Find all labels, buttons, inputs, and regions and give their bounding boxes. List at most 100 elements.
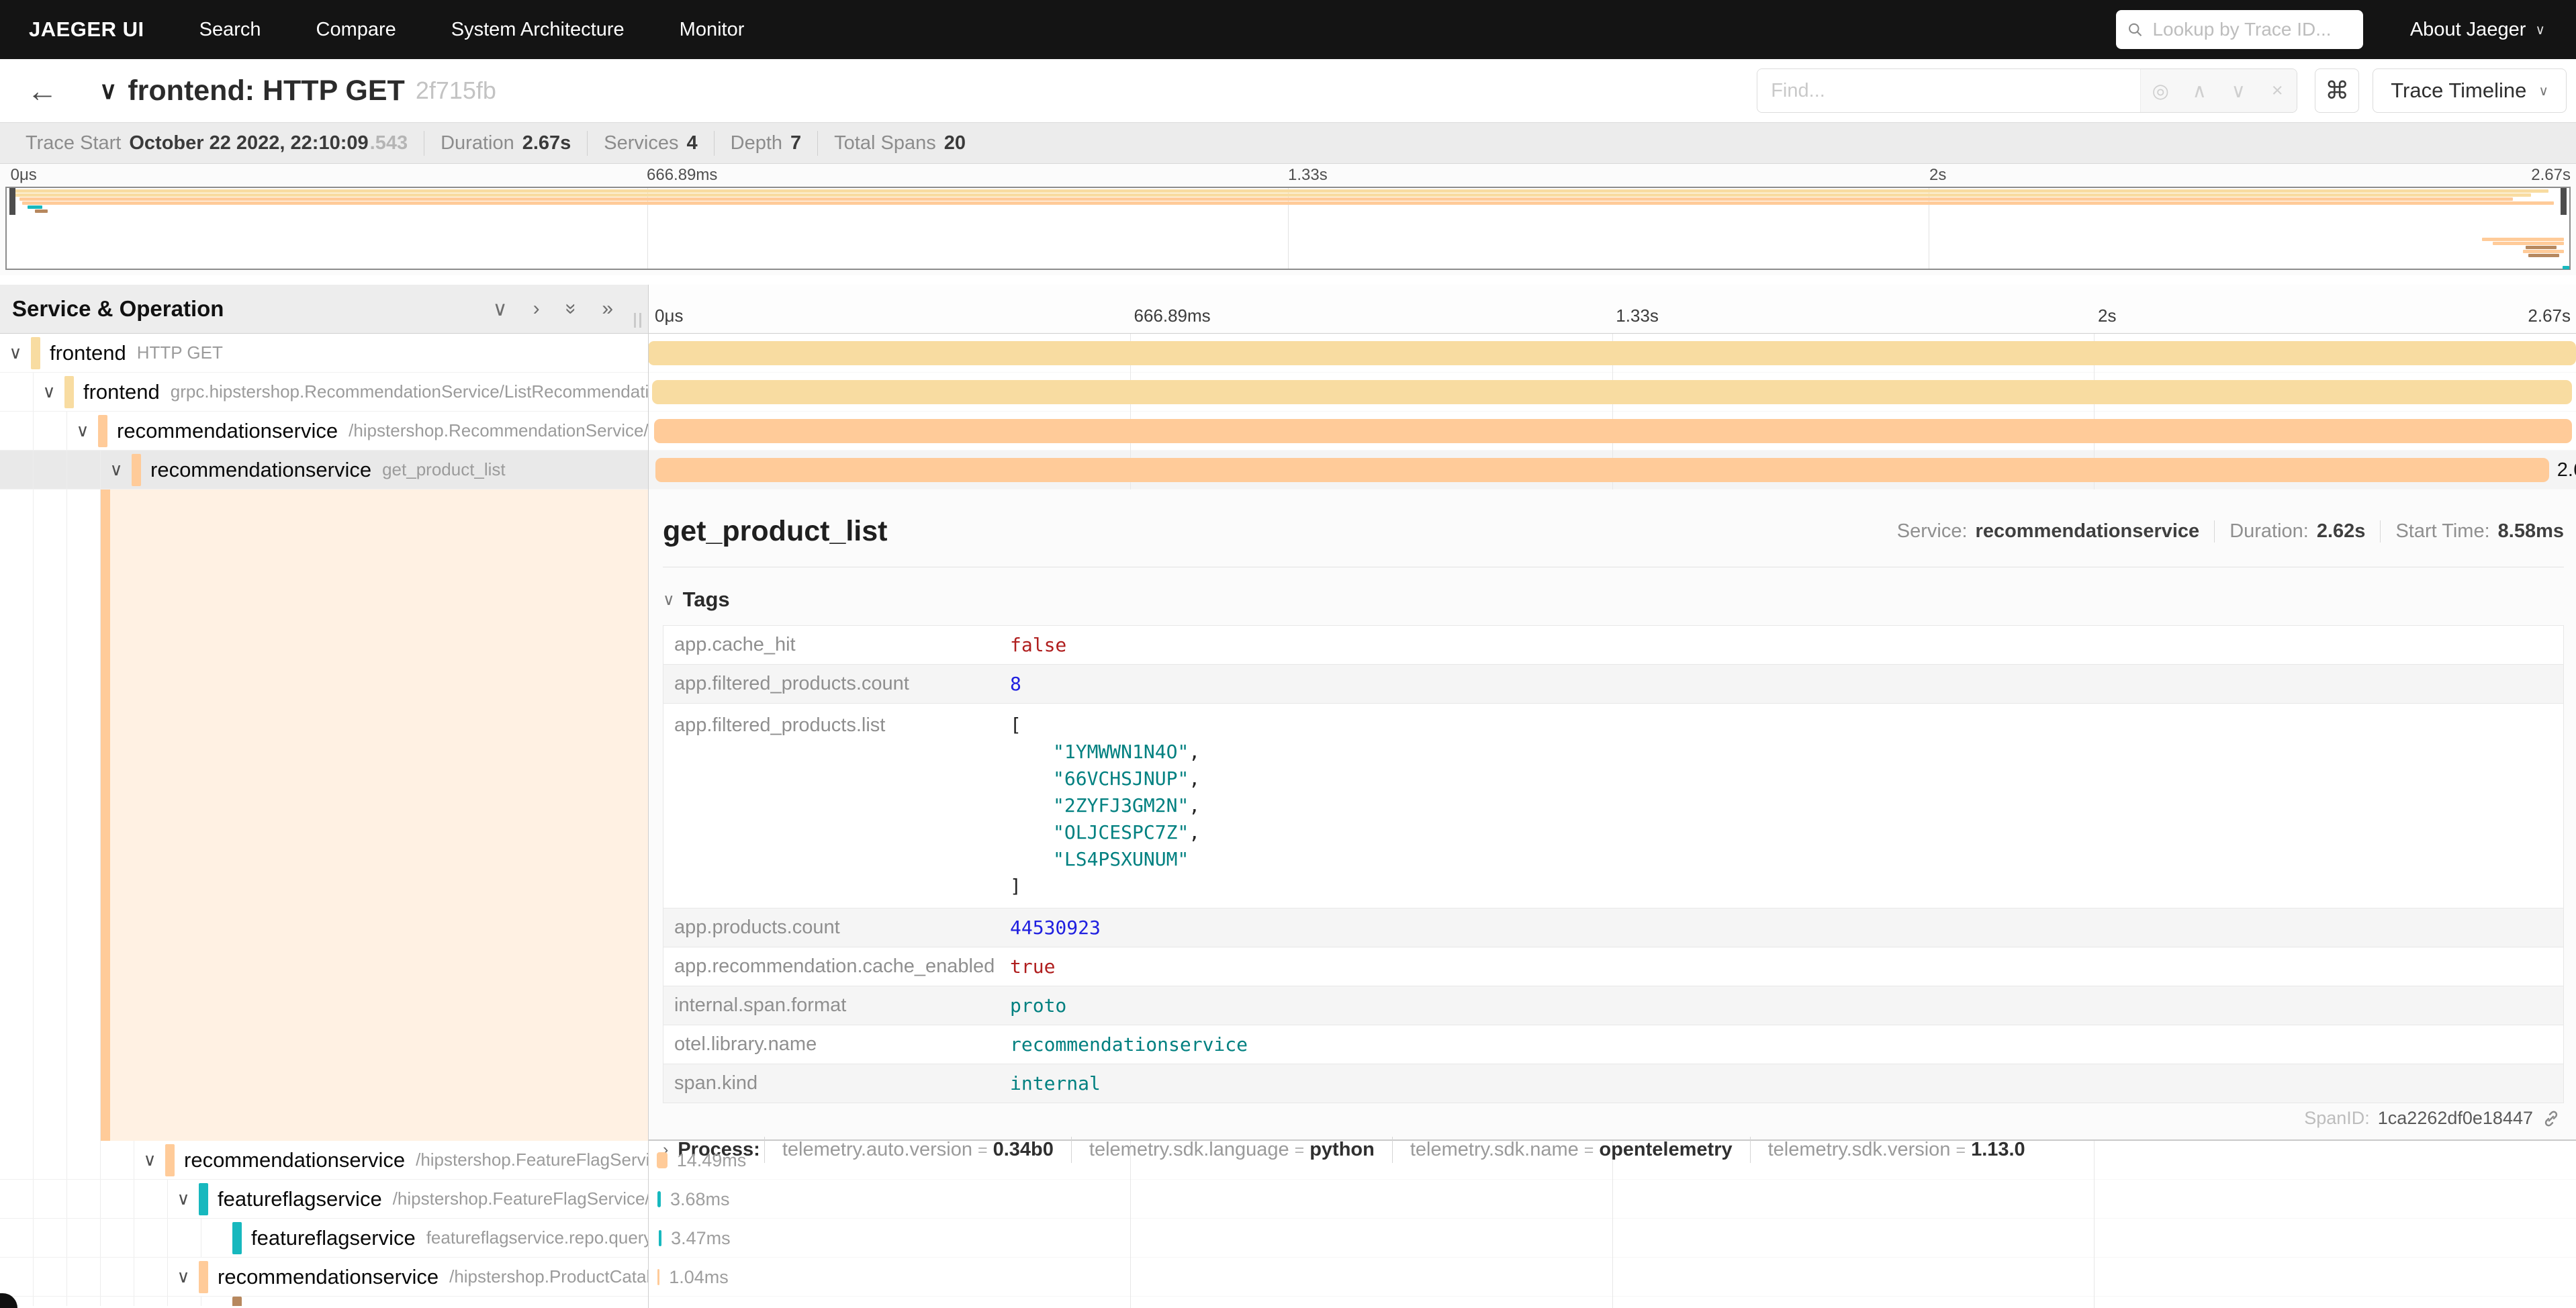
toolbar-right: ◎ ∧ ∨ × ⌘ Trace Timeline ∨ xyxy=(1757,68,2567,113)
timeline-ruler: 0μs 666.89ms 1.33s 2s 2.67s xyxy=(648,285,2576,334)
span-detail-header: get_product_list Service: recommendation… xyxy=(663,515,2564,548)
nav-item-system-architecture[interactable]: System Architecture xyxy=(451,19,625,41)
span-duration-bar[interactable] xyxy=(657,1152,668,1168)
process-section-toggle[interactable]: › Process: telemetry.auto.version=0.34b0… xyxy=(663,1137,2564,1163)
service-color-bar xyxy=(31,337,40,369)
span-row[interactable]: featureflagservice featureflagservice.re… xyxy=(0,1219,2576,1258)
span-duration-bar[interactable] xyxy=(657,1269,659,1285)
trace-view-select[interactable]: Trace Timeline ∨ xyxy=(2373,68,2567,113)
span-expand-chevron[interactable]: ∨ xyxy=(134,1150,165,1170)
meta-duration: Duration 2.67s xyxy=(424,131,587,156)
tags-section-toggle[interactable]: ∨ Tags xyxy=(663,588,2564,612)
ruler-tick: 2.67s xyxy=(2528,306,2571,326)
brand-logo[interactable]: JAEGER UI xyxy=(29,17,144,42)
span-detail-meta: Service: recommendationservice Duration:… xyxy=(1882,520,2564,543)
span-expand-chevron[interactable]: ∨ xyxy=(67,420,98,441)
span-name-cell: ∨ frontend grpc.hipstershop.Recommendati… xyxy=(0,373,648,412)
span-row-partial[interactable] xyxy=(0,1297,2576,1306)
ruler-tick: 666.89ms xyxy=(647,166,717,185)
keyboard-shortcuts-button[interactable]: ⌘ xyxy=(2315,68,2359,113)
service-color-bar xyxy=(199,1261,208,1293)
back-arrow-icon[interactable]: ← xyxy=(27,73,58,109)
focus-target-icon[interactable]: ◎ xyxy=(2141,79,2180,103)
span-service-name: recommendationservice xyxy=(218,1265,439,1289)
span-timeline-cell[interactable] xyxy=(648,1297,2576,1306)
collapse-deep-icon[interactable]: » xyxy=(559,303,582,315)
span-duration-label: 14.49ms xyxy=(677,1150,747,1171)
span-duration-bar[interactable] xyxy=(654,419,2573,443)
span-operation-name: HTTP GET xyxy=(137,342,223,363)
span-row[interactable]: ∨ frontend grpc.hipstershop.Recommendati… xyxy=(0,373,2576,412)
expand-one-icon[interactable]: › xyxy=(533,297,540,320)
span-detail-title: get_product_list xyxy=(663,515,888,548)
span-timeline-cell[interactable]: 3.68ms xyxy=(648,1180,2576,1219)
ruler-tick: 1.33s xyxy=(1288,166,1328,185)
expand-all-icon[interactable]: » xyxy=(602,297,613,320)
span-timeline-cell[interactable]: 2.62s xyxy=(648,451,2576,489)
span-row[interactable]: ∨ recommendationservice /hipstershop.Pro… xyxy=(0,1258,2576,1297)
link-icon[interactable] xyxy=(2541,1109,2561,1129)
span-service-name: featureflagservice xyxy=(251,1226,416,1250)
about-jaeger-menu[interactable]: About Jaeger ∨ xyxy=(2410,19,2545,41)
trace-lookup-input[interactable] xyxy=(2151,18,2352,41)
span-expand-chevron[interactable]: ∨ xyxy=(168,1188,199,1209)
minimap-left-scrubber[interactable] xyxy=(9,188,15,215)
trace-minimap[interactable] xyxy=(5,187,2571,270)
span-service-name: featureflagservice xyxy=(218,1187,382,1211)
span-row[interactable]: ∨ frontend HTTP GET xyxy=(0,334,2576,373)
span-duration-bar[interactable] xyxy=(659,1230,661,1246)
span-timeline-cell[interactable] xyxy=(648,412,2576,451)
span-duration-label: 3.47ms xyxy=(671,1228,731,1249)
clear-find-icon[interactable]: × xyxy=(2258,80,2297,102)
span-service-name: frontend xyxy=(83,380,160,404)
next-match-icon[interactable]: ∨ xyxy=(2219,79,2258,103)
detail-service: Service: recommendationservice xyxy=(1882,520,2214,543)
span-duration-bar[interactable] xyxy=(652,380,2573,404)
search-icon xyxy=(2127,20,2144,39)
span-timeline-cell[interactable]: 1.04ms xyxy=(648,1258,2576,1297)
nav-item-compare[interactable]: Compare xyxy=(316,19,396,41)
trace-collapse-icon[interactable]: ∨ xyxy=(99,77,117,105)
span-detail-block: get_product_list Service: recommendation… xyxy=(0,489,2576,1141)
column-divider[interactable] xyxy=(648,285,649,1308)
span-timeline-cell[interactable] xyxy=(648,373,2576,412)
tag-row: app.filtered_products.count 8 xyxy=(663,665,2563,704)
ruler-tick: 2.67s xyxy=(2531,166,2571,185)
span-expand-chevron[interactable]: ∨ xyxy=(168,1266,199,1287)
prev-match-icon[interactable]: ∧ xyxy=(2180,79,2219,103)
span-row[interactable]: ∨ featureflagservice /hipstershop.Featur… xyxy=(0,1180,2576,1219)
meta-depth: Depth 7 xyxy=(714,131,818,156)
span-timeline-cell[interactable]: 3.47ms xyxy=(648,1219,2576,1258)
span-duration-label: 2.62s xyxy=(2557,459,2576,481)
top-nav: JAEGER UI Search Compare System Architec… xyxy=(0,0,2576,59)
minimap-right-scrubber[interactable] xyxy=(2561,188,2567,215)
span-collapse-chevron[interactable]: ∨ xyxy=(101,459,132,480)
trace-toolbar: ← ∨ frontend: HTTP GET 2f715fb ◎ ∧ ∨ × ⌘… xyxy=(0,59,2576,122)
span-duration-bar[interactable] xyxy=(657,1191,661,1207)
service-operation-title: Service & Operation xyxy=(12,296,224,322)
nav-item-monitor[interactable]: Monitor xyxy=(680,19,745,41)
nav-item-search[interactable]: Search xyxy=(199,19,261,41)
ruler-tick: 1.33s xyxy=(1616,306,1659,326)
trace-lookup-box[interactable] xyxy=(2116,10,2363,49)
span-timeline-cell[interactable] xyxy=(648,334,2576,373)
span-detail-panel: get_product_list Service: recommendation… xyxy=(648,489,2576,1141)
span-row[interactable]: ∨ recommendationservice /hipstershop.Rec… xyxy=(0,412,2576,451)
nav-right: About Jaeger ∨ xyxy=(2116,10,2545,49)
collapse-all-icon[interactable]: ∨ xyxy=(493,297,508,321)
span-operation-name: featureflagservice.repo.query:fe... xyxy=(426,1227,648,1248)
span-expand-chevron[interactable]: ∨ xyxy=(34,381,64,402)
overview-ruler: 0μs 666.89ms 1.33s 2s 2.67s xyxy=(5,166,2571,185)
minimap-span-bar xyxy=(2563,266,2569,269)
command-icon: ⌘ xyxy=(2325,77,2349,105)
span-duration-bar[interactable] xyxy=(655,458,2548,482)
column-resize-grip[interactable] xyxy=(634,313,641,328)
tree-controls: ∨ › » » xyxy=(493,297,613,321)
service-color-bar xyxy=(132,454,141,486)
span-row-selected[interactable]: ∨ recommendationservice get_product_list… xyxy=(0,451,2576,489)
span-duration-label: 1.04ms xyxy=(669,1267,729,1288)
span-duration-bar[interactable] xyxy=(648,341,2576,365)
span-expand-chevron[interactable]: ∨ xyxy=(0,342,31,363)
find-input[interactable] xyxy=(1757,69,2140,112)
selected-span-tint xyxy=(101,489,648,1141)
